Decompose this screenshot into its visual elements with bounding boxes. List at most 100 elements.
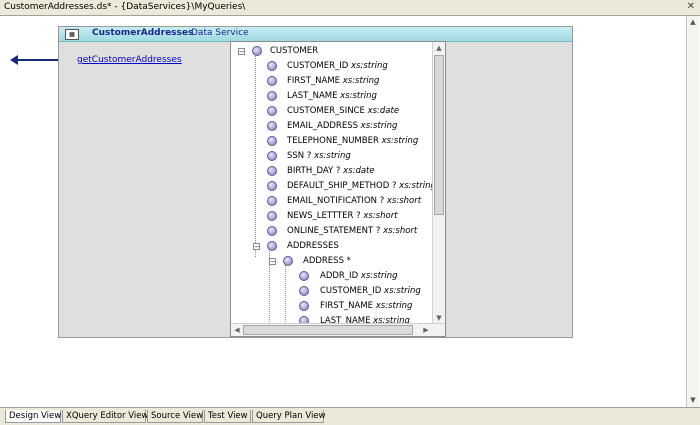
tree-node-name: ADDRESS * [303,256,351,266]
tree-node-label: ADDRESSES [287,239,339,254]
tree-horizontal-scrollbar[interactable]: ◀ ▶ [231,323,445,336]
tree-node-row[interactable]: NEWS_LETTTER ? xs:short [231,209,431,224]
tree-node-name: FIRST_NAME [320,301,374,311]
tree-node-row[interactable]: FIRST_NAME xs:string [231,299,431,314]
scroll-up-icon[interactable]: ▲ [687,16,699,29]
tree-node-name: DEFAULT_SHIP_METHOD ? [287,181,397,191]
tree-node-label: CUSTOMER_ID xs:string [320,284,421,299]
tree-node-row[interactable]: − ADDRESSES [231,239,431,254]
schema-node-icon [299,301,309,311]
tree-node-row[interactable]: CUSTOMER_ID xs:string [231,284,431,299]
tree-node-type: xs:short [360,211,398,221]
schema-node-icon [267,241,277,251]
schema-node-icon [267,181,277,191]
tree-node-row[interactable]: SSN ? xs:string [231,149,431,164]
tree-node-label: DEFAULT_SHIP_METHOD ? xs:string [287,179,432,194]
tree-node-name: CUSTOMER_ID [320,286,382,296]
tree-node-type: xs:short [384,196,422,206]
tree-node-name: TELEPHONE_NUMBER [287,136,379,146]
tab-source-view[interactable]: Source View [147,410,203,423]
tree-node-label: TELEPHONE_NUMBER xs:string [287,134,418,149]
tree-node-label: CUSTOMER_SINCE xs:date [287,104,399,119]
scroll-down-icon[interactable]: ▼ [687,394,699,407]
tree-node-name: CUSTOMER [270,46,319,56]
tab-design-view[interactable]: Design View [5,410,61,423]
schema-node-icon [267,226,277,236]
tree-node-name: SSN ? [287,151,312,161]
tree-expand-toggle-icon[interactable]: − [238,48,245,56]
tree-node-name: EMAIL_NOTIFICATION ? [287,196,385,206]
tree-node-row[interactable]: FIRST_NAME xs:string [231,74,431,89]
tree-node-row[interactable]: TELEPHONE_NUMBER xs:string [231,134,431,149]
data-service-icon: ▦ [65,29,79,40]
tree-node-name: NEWS_LETTTER ? [287,211,361,221]
tree-expand-toggle-icon[interactable]: − [269,258,276,266]
tree-node-name: CUSTOMER_ID [287,61,349,71]
tree-node-name: ONLINE_STATEMENT ? [287,226,381,236]
tab-xquery-editor-view[interactable]: XQuery Editor View [62,410,148,423]
tree-node-label: BIRTH_DAY ? xs:date [287,164,375,179]
schema-node-icon [267,196,277,206]
tree-node-label: ADDRESS * [303,254,351,269]
tree-node-row[interactable]: DEFAULT_SHIP_METHOD ? xs:string [231,179,432,194]
close-icon[interactable]: ✕ [687,1,695,12]
tree-node-type: xs:string [337,91,377,101]
schema-tree-panel: − CUSTOMER CUSTOMER_ID xs:string FIRST_NAME… [230,41,446,337]
tree-node-label: EMAIL_NOTIFICATION ? xs:short [287,194,421,209]
tree-hscroll-thumb[interactable] [243,325,413,335]
schema-node-icon [299,271,309,281]
tree-node-type: xs:string [348,61,388,71]
window-title-bar: CustomerAddresses.ds* - {DataServices}\M… [0,0,700,16]
tree-node-type: xs:string [378,136,419,146]
tree-scroll-thumb[interactable] [434,55,444,215]
schema-node-icon [267,106,277,116]
tree-scroll-right-icon[interactable]: ▶ [420,324,432,336]
tree-node-label: FIRST_NAME xs:string [287,74,379,89]
tree-node-label: ONLINE_STATEMENT ? xs:short [287,224,417,239]
tree-node-type: xs:string [396,181,432,191]
tree-node-row[interactable]: CUSTOMER_SINCE xs:date [231,104,431,119]
tree-node-row[interactable]: ONLINE_STATEMENT ? xs:short [231,224,431,239]
tree-node-type: xs:string [357,121,398,131]
tree-node-label: NEWS_LETTTER ? xs:short [287,209,398,224]
tree-node-type: xs:string [373,301,413,311]
tree-node-type: xs:short [380,226,418,236]
tree-node-label: EMAIL_ADDRESS xs:string [287,119,397,134]
schema-tree: − CUSTOMER CUSTOMER_ID xs:string FIRST_NAME… [231,42,432,324]
tree-node-name: LAST_NAME [287,91,338,101]
data-service-header: ▦ CustomerAddresses Data Service [59,27,572,42]
schema-node-icon [267,91,277,101]
schema-node-icon [283,256,293,266]
tree-node-type: xs:string [381,286,421,296]
tree-node-row[interactable]: EMAIL_NOTIFICATION ? xs:short [231,194,431,209]
tree-scroll-up-icon[interactable]: ▲ [433,42,445,54]
tree-expand-toggle-icon[interactable]: − [253,243,260,251]
schema-node-icon [252,46,262,56]
tab-test-view[interactable]: Test View [204,410,251,423]
tree-node-type: xs:string [358,271,398,281]
tree-node-type: xs:date [340,166,375,176]
tree-node-name: BIRTH_DAY ? [287,166,341,176]
tree-node-name: ADDR_ID [320,271,359,281]
tree-node-row[interactable]: BIRTH_DAY ? xs:date [231,164,431,179]
tree-node-row[interactable]: − CUSTOMER [231,44,431,59]
tree-node-row[interactable]: CUSTOMER_ID xs:string [231,59,431,74]
tree-vertical-scrollbar[interactable]: ▲ ▼ [432,42,445,324]
tree-node-label: SSN ? xs:string [287,149,351,164]
tree-node-type: xs:date [364,106,400,116]
tree-node-type: xs:string [340,76,380,86]
schema-node-icon [299,286,309,296]
tree-node-row[interactable]: ADDR_ID xs:string [231,269,431,284]
tree-node-row[interactable]: LAST_NAME xs:string [231,89,431,104]
tree-node-label: LAST_NAME xs:string [287,89,377,104]
tree-node-type: xs:string [311,151,351,161]
tree-node-row[interactable]: − ADDRESS * [231,254,431,269]
function-link[interactable]: getCustomerAddresses [77,55,182,65]
schema-node-icon [267,166,277,176]
tree-node-name: ADDRESSES [287,241,339,251]
tree-node-label: CUSTOMER [270,44,318,59]
tree-scroll-left-icon[interactable]: ◀ [231,324,243,336]
editor-vertical-scrollbar[interactable]: ▲ ▼ [686,16,699,407]
tree-node-row[interactable]: EMAIL_ADDRESS xs:string [231,119,431,134]
tab-query-plan-view[interactable]: Query Plan View [252,410,326,423]
